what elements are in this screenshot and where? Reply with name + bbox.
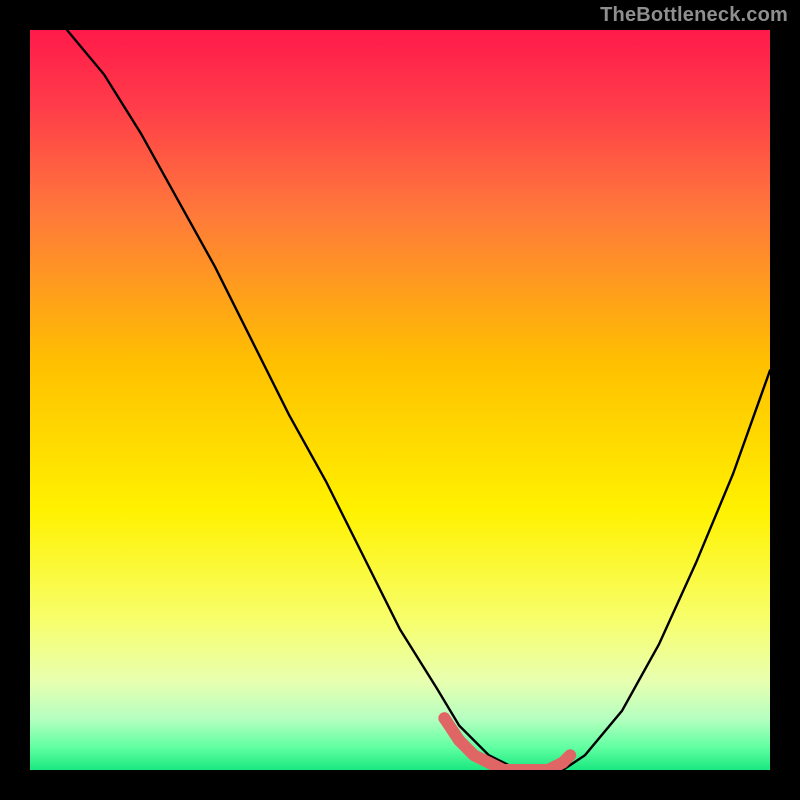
watermark-label: TheBottleneck.com [600,4,788,27]
chart-frame: TheBottleneck.com [0,0,800,800]
optimal-marker-dot [453,734,465,746]
optimal-marker-dot [438,712,450,724]
bottleneck-curve-svg [30,30,770,770]
bottleneck-curve [67,30,770,770]
optimal-marker-group [438,712,570,770]
plot-area [30,30,770,770]
